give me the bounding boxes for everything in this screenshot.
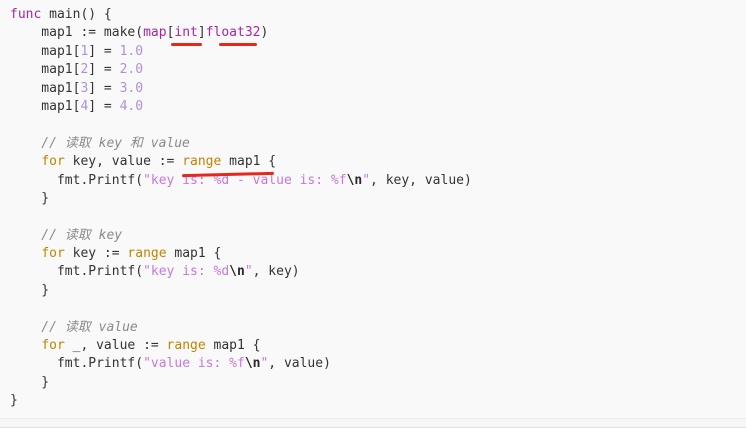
code-token: for [41,246,65,262]
code-token: ] [197,25,206,41]
code-token: ] = [88,80,120,96]
code-token: } [10,282,50,298]
code-token: for [41,154,65,170]
code-line: // 读取 value [10,319,472,337]
code-token: \n [229,264,245,280]
code-token: map1[ [10,80,81,96]
bottom-divider [0,418,746,427]
code-token: range [182,154,222,170]
code-token: float32 [205,25,261,41]
code-line: } [10,190,472,208]
code-token: key := [64,246,128,262]
code-line: fmt.Printf("key is: %d\n", key) [10,263,472,281]
code-line: } [10,392,472,410]
code-line: map1 := make(map[int]float32) [10,24,472,42]
code-token: } [10,393,18,409]
code-block: func main() { map1 := make(map[int]float… [10,6,472,411]
code-line: } [10,374,472,392]
code-token: map1[ [10,98,81,114]
code-token: make( [96,25,144,41]
code-token: , value) [268,356,331,372]
code-token: map1 [10,25,81,41]
code-token: range [127,246,167,262]
underline-float32 [219,43,257,46]
code-token: map1 { [205,338,261,354]
code-line: fmt.Printf("value is: %f\n", value) [10,355,472,373]
code-token: _, value := [64,338,167,354]
code-token: key, value := [64,154,183,170]
code-token: for [41,338,65,354]
code-line: for _, value := range map1 { [10,337,472,355]
code-token: int [174,25,198,41]
code-token: } [10,374,50,390]
code-token: map1 { [166,246,222,262]
code-token: "key is: %d [143,264,230,280]
code-token: // 读取 key 和 value [10,135,190,151]
code-line: map1[3] = 3.0 [10,80,472,98]
code-token: " [244,264,253,280]
code-token: map [143,25,167,41]
code-token: fmt.Printf( [10,264,144,280]
code-line: func main() { [10,6,472,24]
code-token: , key) [252,264,300,280]
code-token: ] = [88,98,120,114]
code-token: 1.0 [119,43,144,59]
code-line: } [10,282,472,300]
code-token: := [80,25,97,41]
underline-map-int [171,43,202,46]
code-token: 3.0 [119,80,144,96]
code-token: \n [244,356,261,372]
code-line: map1[4] = 4.0 [10,98,472,116]
code-token: map1 { [221,154,277,170]
code-token: " [362,172,371,188]
code-token: "value is: %f [143,356,245,372]
code-line: // 读取 key [10,227,472,245]
code-token: fmt.Printf( [10,356,144,372]
code-editor: func main() { map1 := make(map[int]float… [0,0,746,428]
code-token: range [166,338,206,354]
code-token: 4.0 [119,98,144,114]
code-token: main() { [41,7,112,22]
code-token: // 读取 value [10,319,138,335]
code-line: // 读取 key 和 value [10,135,472,153]
code-token: ) [260,25,269,41]
code-token: fmt.Printf( [10,172,144,188]
code-line: for key := range map1 { [10,245,472,263]
code-token: } [10,190,50,206]
code-token: ] = [88,43,120,59]
code-token: 2.0 [119,62,144,78]
code-token: , key, value) [370,172,472,188]
code-token: // 读取 key [10,227,123,243]
code-line: map1[2] = 2.0 [10,61,472,79]
code-token: \n [346,172,363,188]
code-token: func [10,7,42,22]
code-token: ] = [88,62,120,78]
code-token: map1[ [10,62,81,78]
code-token: map1[ [10,43,81,59]
code-line: for key, value := range map1 { [10,153,472,171]
